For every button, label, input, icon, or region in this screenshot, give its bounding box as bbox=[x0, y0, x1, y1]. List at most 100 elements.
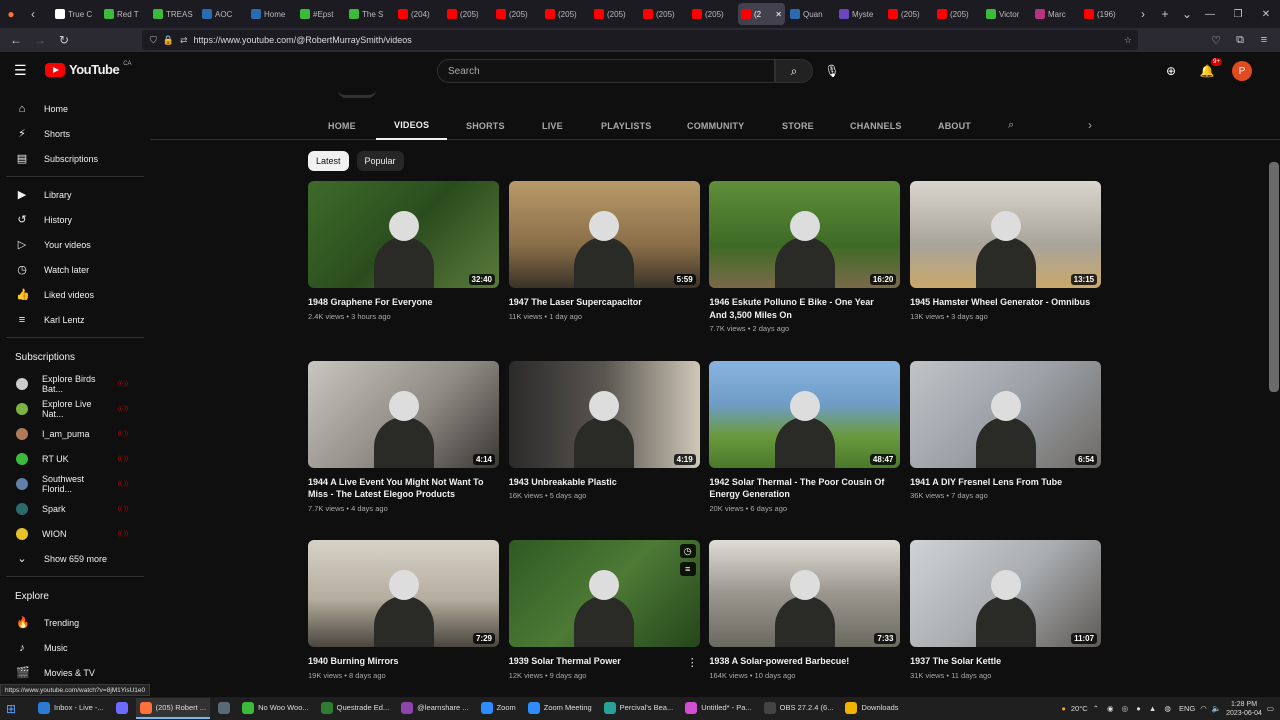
taskbar-app[interactable]: Zoom bbox=[477, 698, 520, 719]
lock-icon[interactable]: 🔒 bbox=[163, 35, 174, 46]
chip-popular[interactable]: Popular bbox=[356, 151, 404, 171]
video-card[interactable]: 13:15 1945 Hamster Wheel Generator - Omni… bbox=[910, 181, 1102, 321]
browser-tab[interactable]: Home bbox=[248, 3, 295, 25]
taskbar-app[interactable]: Untitled* - Pa... bbox=[681, 698, 755, 719]
sidebar-item-subscriptions[interactable]: ▤ Subscriptions bbox=[0, 146, 150, 171]
sidebar-subscription[interactable]: Spark ((·)) bbox=[0, 496, 150, 521]
video-card[interactable]: 11:07 1937 The Solar Kettle 31K views • 11… bbox=[910, 540, 1102, 680]
browser-tab[interactable]: (205) bbox=[934, 3, 981, 25]
minimize-icon[interactable]: — bbox=[1196, 0, 1224, 28]
video-title[interactable]: 1940 Burning Mirrors bbox=[308, 655, 499, 668]
youtube-logo[interactable]: YouTube CA bbox=[45, 61, 132, 77]
sidebar-subscription[interactable]: Explore Birds Bat... ((·)) bbox=[0, 371, 150, 396]
sidebar-item-shorts[interactable]: ⚡ Shorts bbox=[0, 121, 150, 146]
chevron-right-icon[interactable]: › bbox=[1088, 118, 1092, 132]
taskbar-app[interactable]: Percival's Bea... bbox=[600, 698, 678, 719]
notifications-bell-icon[interactable]: 🔔 9+ bbox=[1196, 58, 1222, 83]
browser-tab[interactable]: (196) bbox=[1081, 3, 1128, 25]
tab-community[interactable]: COMMUNITY bbox=[687, 112, 744, 140]
notification-center-icon[interactable]: ▭ bbox=[1267, 704, 1274, 713]
taskbar-app[interactable]: @learnshare ... bbox=[397, 698, 472, 719]
forward-icon[interactable]: → bbox=[28, 28, 52, 52]
sidebar-item-home[interactable]: ⌂ Home bbox=[0, 96, 150, 121]
video-title[interactable]: 1937 The Solar Kettle bbox=[910, 655, 1101, 668]
sidebar-item-trending[interactable]: 🔥 Trending bbox=[0, 610, 150, 635]
search-input[interactable]: Search bbox=[437, 59, 775, 83]
new-tab-icon[interactable]: + bbox=[1154, 0, 1176, 28]
tab-playlists[interactable]: PLAYLISTS bbox=[601, 112, 651, 140]
video-card[interactable]: 7:29 1940 Burning Mirrors 19K views • 8 da… bbox=[308, 540, 499, 680]
url-bar[interactable]: ⛉ 🔒 ⇄ https://www.youtube.com/@RobertMur… bbox=[142, 30, 1138, 50]
browser-tab[interactable]: Victor bbox=[983, 3, 1030, 25]
video-card[interactable]: ◷ ≡ 1939 Solar Thermal Power 12K views • 9 … bbox=[508, 540, 700, 680]
tab-about[interactable]: ABOUT bbox=[938, 112, 971, 140]
url-text[interactable]: https://www.youtube.com/@RobertMurraySmi… bbox=[194, 35, 412, 45]
sidebar-item-karl-lentz[interactable]: ≡ Karl Lentz bbox=[0, 307, 150, 332]
more-actions-icon[interactable]: ⋮ bbox=[687, 656, 698, 669]
sidebar-item-library[interactable]: ▶ Library bbox=[0, 182, 150, 207]
scroll-tabs-right-icon[interactable]: › bbox=[1132, 0, 1154, 28]
permissions-icon[interactable]: ⇄ bbox=[180, 35, 188, 46]
sidebar-subscription[interactable]: Southwest Florid... ((·)) bbox=[0, 471, 150, 496]
browser-tab[interactable]: (2 ✕ bbox=[738, 3, 785, 25]
browser-tab[interactable]: (205) bbox=[885, 3, 932, 25]
video-thumbnail[interactable]: 4:19 bbox=[508, 360, 700, 468]
taskbar-app[interactable]: Downloads bbox=[841, 698, 902, 719]
browser-tab[interactable]: AOC bbox=[199, 3, 246, 25]
video-title[interactable]: 1943 Unbreakable Plastic bbox=[509, 476, 700, 489]
video-thumbnail[interactable]: 7:29 bbox=[308, 540, 499, 647]
firefox-menu-icon[interactable]: ● bbox=[0, 0, 22, 28]
sidebar-subscription[interactable]: RT UK ((·)) bbox=[0, 446, 150, 471]
sidebar-subscription[interactable]: I_am_puma ((·)) bbox=[0, 421, 150, 446]
video-title[interactable]: 1941 A DIY Fresnel Lens From Tube bbox=[910, 476, 1101, 489]
taskbar-app[interactable] bbox=[214, 698, 234, 719]
close-window-icon[interactable]: ✕ bbox=[1252, 0, 1280, 28]
sidebar-item-movies-tv[interactable]: 🎬 Movies & TV bbox=[0, 660, 150, 685]
clock[interactable]: 1:28 PM 2023-06-04 bbox=[1226, 700, 1262, 718]
browser-tab[interactable]: True C bbox=[52, 3, 99, 25]
sidebar-subscription[interactable]: WION ((·)) bbox=[0, 521, 150, 546]
video-card[interactable]: 48:47 1942 Solar Thermal - The Poor Cousi… bbox=[709, 360, 901, 513]
taskbar-app[interactable]: Questrade Ed... bbox=[317, 698, 394, 719]
video-thumbnail[interactable]: 13:15 bbox=[910, 181, 1102, 288]
browser-tab[interactable]: TREAS bbox=[150, 3, 197, 25]
scroll-tabs-left-icon[interactable]: ‹ bbox=[22, 0, 44, 28]
close-tab-icon[interactable]: ✕ bbox=[775, 10, 782, 19]
video-thumbnail[interactable]: 32:40 bbox=[308, 181, 499, 288]
tab-home[interactable]: HOME bbox=[328, 112, 356, 140]
weather-temp[interactable]: 20°C bbox=[1071, 704, 1088, 713]
sidebar-item-music[interactable]: ♪ Music bbox=[0, 635, 150, 660]
tab-shorts[interactable]: SHORTS bbox=[466, 112, 505, 140]
video-thumbnail[interactable]: 4:14 bbox=[308, 360, 499, 468]
wifi-icon[interactable]: ◠ bbox=[1200, 704, 1207, 713]
browser-tab[interactable]: (205) bbox=[689, 3, 736, 25]
video-title[interactable]: 1938 A Solar-powered Barbecue! bbox=[709, 655, 900, 668]
taskbar-app[interactable]: OBS 27.2.4 (6... bbox=[760, 698, 838, 719]
tab-channels[interactable]: CHANNELS bbox=[850, 112, 902, 140]
video-title[interactable]: 1942 Solar Thermal - The Poor Cousin Of … bbox=[709, 476, 900, 501]
browser-tab[interactable]: (205) bbox=[640, 3, 687, 25]
avatar[interactable]: P bbox=[1232, 61, 1252, 81]
video-card[interactable]: 16:20 1946 Eskute Polluno E Bike - One Ye… bbox=[709, 181, 901, 333]
page-scrollbar[interactable] bbox=[1269, 162, 1279, 392]
browser-tab[interactable]: The S bbox=[346, 3, 393, 25]
video-card[interactable]: 7:33 1938 A Solar-powered Barbecue! 164K v… bbox=[709, 540, 901, 680]
weather-icon[interactable]: ● bbox=[1061, 704, 1066, 713]
app-menu-icon[interactable]: ≡ bbox=[1254, 30, 1274, 50]
video-card[interactable]: 6:54 1941 A DIY Fresnel Lens From Tube 36K… bbox=[910, 360, 1102, 500]
sidebar-item-watch-later[interactable]: ◷ Watch later bbox=[0, 257, 150, 282]
video-thumbnail[interactable]: 5:59 bbox=[508, 181, 700, 288]
taskbar-app[interactable] bbox=[112, 698, 132, 719]
sidebar-subscription[interactable]: Explore Live Nat... ((·)) bbox=[0, 396, 150, 421]
browser-tab[interactable]: (205) bbox=[493, 3, 540, 25]
video-title[interactable]: 1944 A Live Event You Might Not Want To … bbox=[308, 476, 499, 501]
browser-tab[interactable]: (205) bbox=[591, 3, 638, 25]
video-thumbnail[interactable]: 6:54 bbox=[910, 360, 1102, 468]
video-title[interactable]: 1948 Graphene For Everyone bbox=[308, 296, 499, 309]
tray-icons[interactable]: ⌃ ◉ ◎ ● ▲ ◍ bbox=[1093, 704, 1174, 713]
video-card[interactable]: 4:14 1944 A Live Event You Might Not Want… bbox=[308, 360, 499, 513]
video-title[interactable]: 1947 The Laser Supercapacitor bbox=[509, 296, 700, 309]
list-tabs-icon[interactable]: ⌄ bbox=[1176, 0, 1198, 28]
reload-icon[interactable]: ↻ bbox=[52, 28, 76, 52]
video-card[interactable]: 5:59 1947 The Laser Supercapacitor 11K vie… bbox=[508, 181, 700, 321]
